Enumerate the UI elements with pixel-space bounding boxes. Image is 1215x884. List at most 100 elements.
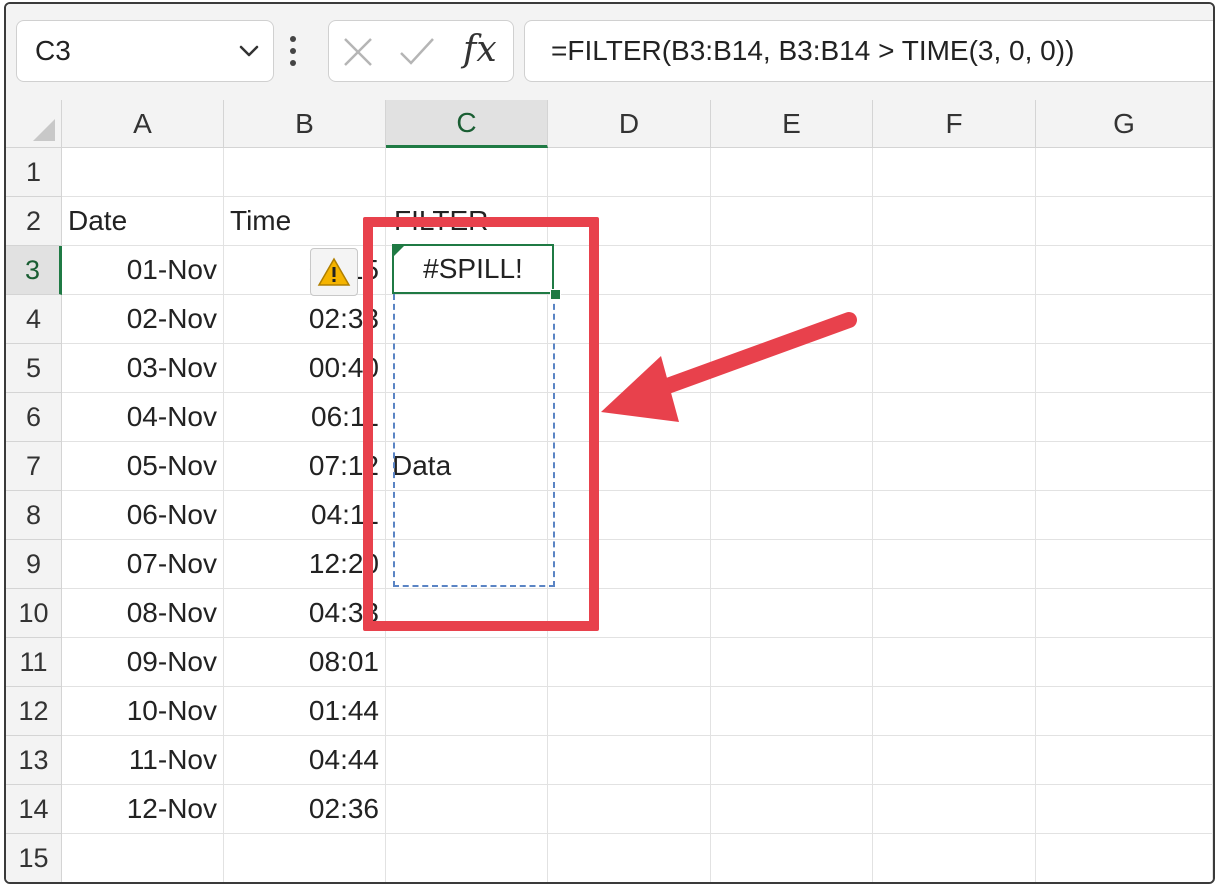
cell-f8[interactable] [873,491,1036,540]
cell-d12[interactable] [548,687,711,736]
cell-g12[interactable] [1036,687,1213,736]
column-header-e[interactable]: E [711,100,873,148]
cell-f5[interactable] [873,344,1036,393]
row-header-10[interactable]: 10 [6,589,62,638]
cell-b2[interactable]: Time [224,197,386,246]
cell-b15[interactable] [224,834,386,882]
column-header-d[interactable]: D [548,100,711,148]
cell-g10[interactable] [1036,589,1213,638]
cell-a7[interactable]: 05-Nov [62,442,224,491]
cell-c15[interactable] [386,834,548,882]
cell-g13[interactable] [1036,736,1213,785]
cell-e8[interactable] [711,491,873,540]
cell-c13[interactable] [386,736,548,785]
error-options-button[interactable] [310,248,358,296]
cell-g7[interactable] [1036,442,1213,491]
cell-a2[interactable]: Date [62,197,224,246]
cell-b7[interactable]: 07:12 [224,442,386,491]
row-header-14[interactable]: 14 [6,785,62,834]
cell-b11[interactable]: 08:01 [224,638,386,687]
cell-g11[interactable] [1036,638,1213,687]
cell-a15[interactable] [62,834,224,882]
cell-f13[interactable] [873,736,1036,785]
row-header-9[interactable]: 9 [6,540,62,589]
cell-f12[interactable] [873,687,1036,736]
cell-g6[interactable] [1036,393,1213,442]
cell-g2[interactable] [1036,197,1213,246]
cell-a3[interactable]: 01-Nov [62,246,224,295]
cell-g1[interactable] [1036,148,1213,197]
cell-e10[interactable] [711,589,873,638]
cell-e3[interactable] [711,246,873,295]
row-header-3[interactable]: 3 [6,246,62,295]
row-header-11[interactable]: 11 [6,638,62,687]
cell-e7[interactable] [711,442,873,491]
cell-c14[interactable] [386,785,548,834]
cell-b6[interactable]: 06:11 [224,393,386,442]
cell-b12[interactable]: 01:44 [224,687,386,736]
cell-b14[interactable]: 02:36 [224,785,386,834]
cancel-icon[interactable] [341,35,375,69]
row-header-4[interactable]: 4 [6,295,62,344]
cell-a9[interactable]: 07-Nov [62,540,224,589]
select-all-corner[interactable] [6,100,62,148]
cell-e2[interactable] [711,197,873,246]
column-header-a[interactable]: A [62,100,224,148]
formula-input[interactable]: =FILTER(B3:B14, B3:B14 > TIME(3, 0, 0)) [524,20,1213,82]
cell-d1[interactable] [548,148,711,197]
cell-d11[interactable] [548,638,711,687]
cell-f9[interactable] [873,540,1036,589]
column-header-b[interactable]: B [224,100,386,148]
cell-b3[interactable]: 01:15 [224,246,386,295]
cell-b1[interactable] [224,148,386,197]
cell-g3[interactable] [1036,246,1213,295]
cell-a6[interactable]: 04-Nov [62,393,224,442]
cell-e12[interactable] [711,687,873,736]
chevron-down-icon[interactable] [235,39,263,63]
cell-f11[interactable] [873,638,1036,687]
cell-e9[interactable] [711,540,873,589]
insert-function-button[interactable]: fx [463,29,497,70]
column-header-f[interactable]: F [873,100,1036,148]
cell-b9[interactable]: 12:20 [224,540,386,589]
cell-e15[interactable] [711,834,873,882]
cell-a8[interactable]: 06-Nov [62,491,224,540]
cell-e11[interactable] [711,638,873,687]
cell-f4[interactable] [873,295,1036,344]
cell-b8[interactable]: 04:11 [224,491,386,540]
cell-d14[interactable] [548,785,711,834]
cell-c11[interactable] [386,638,548,687]
cell-d15[interactable] [548,834,711,882]
row-header-15[interactable]: 15 [6,834,62,882]
more-options-icon[interactable] [288,34,298,68]
cell-f14[interactable] [873,785,1036,834]
cell-f15[interactable] [873,834,1036,882]
cell-f7[interactable] [873,442,1036,491]
row-header-13[interactable]: 13 [6,736,62,785]
row-header-6[interactable]: 6 [6,393,62,442]
row-header-2[interactable]: 2 [6,197,62,246]
cell-g4[interactable] [1036,295,1213,344]
cell-b10[interactable]: 04:33 [224,589,386,638]
cell-c12[interactable] [386,687,548,736]
row-header-5[interactable]: 5 [6,344,62,393]
cell-f1[interactable] [873,148,1036,197]
cell-b13[interactable]: 04:44 [224,736,386,785]
cell-a12[interactable]: 10-Nov [62,687,224,736]
row-header-1[interactable]: 1 [6,148,62,197]
column-header-c[interactable]: C [386,100,548,148]
cell-e14[interactable] [711,785,873,834]
cell-g9[interactable] [1036,540,1213,589]
cell-g14[interactable] [1036,785,1213,834]
row-header-7[interactable]: 7 [6,442,62,491]
cell-a4[interactable]: 02-Nov [62,295,224,344]
cell-a11[interactable]: 09-Nov [62,638,224,687]
column-header-g[interactable]: G [1036,100,1213,148]
cell-d13[interactable] [548,736,711,785]
checkmark-icon[interactable] [397,35,437,69]
cell-f10[interactable] [873,589,1036,638]
cell-a5[interactable]: 03-Nov [62,344,224,393]
cell-f2[interactable] [873,197,1036,246]
cell-g5[interactable] [1036,344,1213,393]
cell-b4[interactable]: 02:33 [224,295,386,344]
